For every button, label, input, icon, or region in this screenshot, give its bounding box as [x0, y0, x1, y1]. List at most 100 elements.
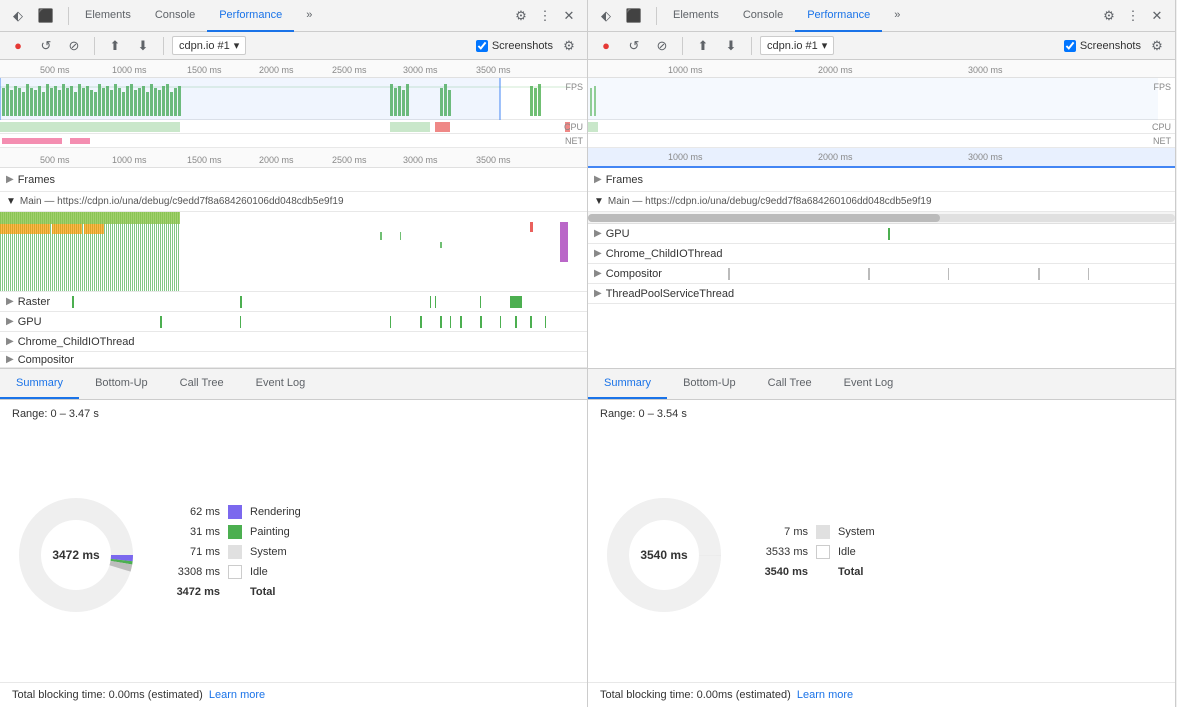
summary-panel-left: Range: 0 – 3.47 s 3472 ms	[0, 400, 587, 707]
learn-more-link-right[interactable]: Learn more	[797, 689, 853, 701]
system-name-right: System	[838, 526, 875, 538]
legend-total-right: 3540 ms Total	[748, 565, 1159, 579]
screenshots-toggle-right[interactable]: Screenshots	[1064, 40, 1141, 52]
more-icon-right[interactable]: ⋮	[1121, 4, 1145, 28]
screenshots-checkbox-right[interactable]	[1064, 40, 1076, 52]
learn-more-link-left[interactable]: Learn more	[209, 689, 265, 701]
compositor-chart-right	[668, 264, 1138, 284]
gpu-label-right: GPU	[606, 228, 630, 240]
detail-tick-1500-left: 1500 ms	[187, 155, 222, 165]
gpu-arrow-right[interactable]: ▶	[594, 228, 602, 239]
upload-button-right[interactable]: ⬆	[691, 34, 715, 58]
raster-chart-left	[60, 292, 560, 312]
legend-right: 7 ms System 3533 ms Idle 3540 ms Total	[748, 525, 1159, 585]
tab-bottomup-right[interactable]: Bottom-Up	[667, 369, 752, 399]
tab-summary-right[interactable]: Summary	[588, 369, 667, 399]
settings-icon-left[interactable]: ⚙	[509, 4, 533, 28]
total-color-right	[816, 565, 830, 579]
threadpool-arrow-right[interactable]: ▶	[594, 288, 602, 299]
screenshots-checkbox-left[interactable]	[476, 40, 488, 52]
tab-more-left[interactable]: »	[294, 0, 324, 32]
tab-summary-left[interactable]: Summary	[0, 369, 79, 399]
toolbar-tabs-left: Elements Console Performance »	[73, 0, 324, 32]
gpu-arrow-left[interactable]: ▶	[6, 316, 14, 327]
tab-more-right[interactable]: »	[882, 0, 912, 32]
reload-button-right[interactable]: ↺	[622, 34, 646, 58]
cursor-icon-right[interactable]: ⬖	[594, 4, 618, 28]
clear-button-right[interactable]: ⊘	[650, 34, 674, 58]
devtools-panel-right: ⬖ ⬛ Elements Console Performance » ⚙ ⋮ ✕…	[588, 0, 1176, 707]
url-select-right[interactable]: cdpn.io #1 ▾	[760, 36, 834, 55]
raster-label-left: Raster	[18, 296, 50, 308]
clear-button-left[interactable]: ⊘	[62, 34, 86, 58]
compositor-arrow-left[interactable]: ▶	[6, 354, 14, 365]
screenshots-toggle-left[interactable]: Screenshots	[476, 40, 553, 52]
gpu-chart-left	[40, 312, 560, 332]
capture-settings-right[interactable]: ⚙	[1145, 34, 1169, 58]
bottom-tabs-right: Summary Bottom-Up Call Tree Event Log	[588, 368, 1175, 400]
detail-tick-3000-left: 3000 ms	[403, 155, 438, 165]
dock-icon[interactable]: ⬛	[34, 4, 58, 28]
url-select-left[interactable]: cdpn.io #1 ▾	[172, 36, 246, 55]
cpu-row-right: CPU	[588, 120, 1175, 134]
tab-bottomup-left[interactable]: Bottom-Up	[79, 369, 164, 399]
separator-1	[68, 7, 69, 25]
tab-calltree-right[interactable]: Call Tree	[752, 369, 828, 399]
tab-elements-left[interactable]: Elements	[73, 0, 143, 32]
detail-ruler-left: 500 ms 1000 ms 1500 ms 2000 ms 2500 ms 3…	[0, 148, 587, 168]
childio-arrow-left[interactable]: ▶	[6, 336, 14, 347]
upload-button-left[interactable]: ⬆	[103, 34, 127, 58]
scrollbar-thumb	[588, 214, 940, 222]
raster-arrow-left[interactable]: ▶	[6, 296, 14, 307]
childio-arrow-right[interactable]: ▶	[594, 248, 602, 259]
download-button-right[interactable]: ⬇	[719, 34, 743, 58]
capture-settings-left[interactable]: ⚙	[557, 34, 581, 58]
idle-name-left: Idle	[250, 566, 268, 578]
tab-eventlog-right[interactable]: Event Log	[828, 369, 910, 399]
record-button-left[interactable]: ●	[6, 34, 30, 58]
tab-performance-left[interactable]: Performance	[207, 0, 294, 32]
frames-arrow-right[interactable]: ▶	[594, 174, 602, 185]
main-arrow-left[interactable]: ▼	[6, 196, 16, 207]
donut-chart-left: 3472 ms	[16, 495, 136, 615]
donut-label-left: 3472 ms	[52, 548, 99, 562]
legend-painting-left: 31 ms Painting	[160, 525, 571, 539]
tab-elements-right[interactable]: Elements	[661, 0, 731, 32]
total-name-right: Total	[838, 566, 863, 578]
donut-label-right: 3540 ms	[640, 548, 687, 562]
gpu-row-left: ▶ GPU	[0, 312, 587, 332]
close-icon-left[interactable]: ✕	[557, 4, 581, 28]
more-icon-left[interactable]: ⋮	[533, 4, 557, 28]
cursor-icon[interactable]: ⬖	[6, 4, 30, 28]
cpu-label-right: CPU	[1152, 122, 1171, 132]
cpu-row-left: CPU	[0, 120, 587, 134]
blocking-text-right: Total blocking time: 0.00ms (estimated)	[600, 689, 791, 701]
range-text-left: Range: 0 – 3.47 s	[0, 400, 587, 428]
close-icon-right[interactable]: ✕	[1145, 4, 1169, 28]
idle-name-right: Idle	[838, 546, 856, 558]
legend-total-left: 3472 ms Total	[160, 585, 571, 599]
cpu-chart-right	[588, 120, 1158, 134]
tab-eventlog-left[interactable]: Event Log	[240, 369, 322, 399]
main-arrow-right[interactable]: ▼	[594, 196, 604, 207]
main-scrollbar-right[interactable]	[588, 212, 1175, 224]
overview-ruler-left: 500 ms 1000 ms 1500 ms 2000 ms 2500 ms 3…	[0, 60, 587, 78]
frames-arrow-left[interactable]: ▶	[6, 174, 14, 185]
compositor-arrow-right[interactable]: ▶	[594, 268, 602, 279]
reload-button-left[interactable]: ↺	[34, 34, 58, 58]
dock-icon-right[interactable]: ⬛	[622, 4, 646, 28]
download-button-left[interactable]: ⬇	[131, 34, 155, 58]
record-button-right[interactable]: ●	[594, 34, 618, 58]
tab-performance-right[interactable]: Performance	[795, 0, 882, 32]
tab-calltree-left[interactable]: Call Tree	[164, 369, 240, 399]
settings-icon-right[interactable]: ⚙	[1097, 4, 1121, 28]
net-row-right: NET	[588, 134, 1175, 148]
system-color-left	[228, 545, 242, 559]
bottom-tabs-left: Summary Bottom-Up Call Tree Event Log	[0, 368, 587, 400]
tab-console-right[interactable]: Console	[731, 0, 795, 32]
toolbar-top-right: ⬖ ⬛ Elements Console Performance » ⚙ ⋮ ✕	[588, 0, 1175, 32]
url-chevron-left: ▾	[234, 39, 240, 52]
tab-console-left[interactable]: Console	[143, 0, 207, 32]
childio-label-left: Chrome_ChildIOThread	[18, 336, 135, 348]
idle-value-right: 3533 ms	[748, 546, 808, 558]
